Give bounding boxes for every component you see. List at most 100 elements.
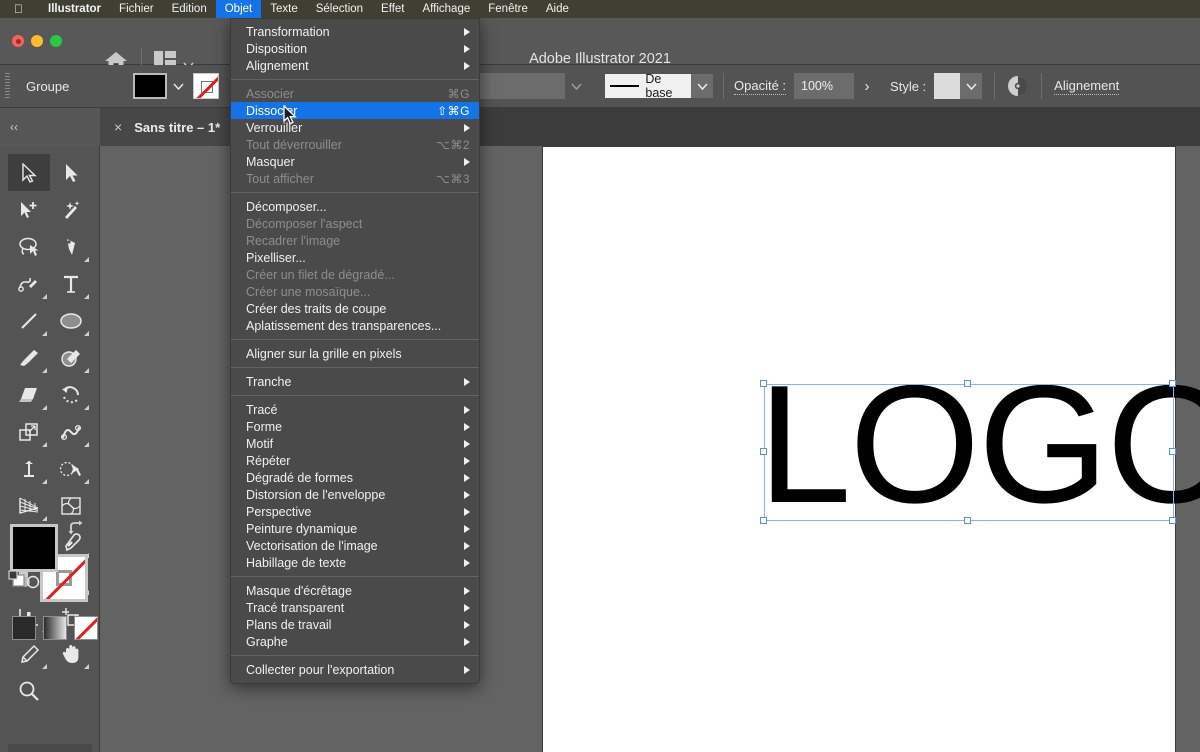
menu-edition[interactable]: Edition [163,0,216,18]
menu-item-tranche[interactable]: Tranche [231,373,479,390]
menu-item-perspective[interactable]: Perspective [231,503,479,520]
hand-tool[interactable] [50,635,92,672]
menu-item-peinture-dynamique[interactable]: Peinture dynamique [231,520,479,537]
selected-artwork[interactable]: LOGO [758,360,1200,528]
menu-item-habillage-de-texte[interactable]: Habillage de texte [231,554,479,571]
menu-item-trac-transparent[interactable]: Tracé transparent [231,599,479,616]
lasso-tool[interactable] [8,228,50,265]
menu-illustrator[interactable]: Illustrator [39,0,110,18]
handle-bottom-center[interactable] [964,517,971,524]
curvature-tool[interactable] [8,265,50,302]
menu-item-dissocier[interactable]: Dissocier ⇧⌘G [231,102,479,119]
submenu-arrow-icon [464,27,470,36]
objet-dropdown-menu[interactable]: Transformation Disposition Alignement Assoc… [230,18,480,684]
opacity-options-button[interactable]: › [854,78,880,95]
menu-item-collecter-pour-l-exportation[interactable]: Collecter pour l'exportation [231,661,479,678]
handle-middle-left[interactable] [760,448,767,455]
fill-color-control[interactable] [10,524,58,572]
menu-item-r-p-ter[interactable]: Répéter [231,452,479,469]
menu-item-disposition[interactable]: Disposition [231,40,479,57]
perspective-grid-tool[interactable] [8,487,50,524]
width-warp-tool[interactable] [50,413,92,450]
menu-item-cr-er-des-traits-de-coupe[interactable]: Créer des traits de coupe [231,300,479,317]
handle-top-center[interactable] [964,380,971,387]
ellipse-shape-tool[interactable] [50,302,92,339]
rotate-tool[interactable] [50,376,92,413]
menu-item-masquer[interactable]: Masquer [231,153,479,170]
menu-objet[interactable]: Objet [215,0,262,18]
opacity-value[interactable]: 100% [794,73,855,99]
control-bar-grip[interactable] [5,73,10,99]
free-transform-tool[interactable] [8,450,50,487]
none-mode-button[interactable] [74,616,98,640]
handle-top-left[interactable] [760,380,767,387]
menu-fenetre[interactable]: Fenêtre [479,0,537,18]
magic-wand-add-tool[interactable] [8,191,50,228]
handle-middle-right[interactable] [1169,448,1176,455]
shaper-pencil-tool[interactable] [50,339,92,376]
paintbrush-tool[interactable] [8,339,50,376]
stroke-profile-dropdown[interactable] [691,74,713,98]
menu-item-graphe[interactable]: Graphe [231,633,479,650]
menu-affichage[interactable]: Affichage [414,0,480,18]
menu-fichier[interactable]: Fichier [110,0,163,18]
stroke-weight-dropdown[interactable] [565,73,587,99]
apple-logo-icon[interactable]:  [14,3,23,15]
menu-item-transformation[interactable]: Transformation [231,23,479,40]
collapse-panel-button[interactable]: ‹‹ [0,108,100,146]
document-tab[interactable]: × Sans titre – 1* [100,108,239,146]
menu-item-trac[interactable]: Tracé [231,401,479,418]
menu-item-d-grad-de-formes[interactable]: Dégradé de formes [231,469,479,486]
recolor-artwork-icon[interactable] [1007,75,1029,97]
menu-item-aligner-sur-la-grille-en-pixels[interactable]: Aligner sur la grille en pixels [231,345,479,362]
swap-fill-stroke-icon[interactable] [68,520,84,536]
fill-color-swatch[interactable] [133,73,167,99]
zoom-tool[interactable] [8,672,50,709]
eraser-tool[interactable] [8,376,50,413]
align-panel-link[interactable]: Alignement [1054,78,1120,95]
magic-wand-tool[interactable] [50,191,92,228]
selection-tool[interactable] [8,154,50,191]
graphic-style-dropdown[interactable] [960,73,983,99]
artboard[interactable]: LOGO [543,147,1200,752]
handle-bottom-left[interactable] [760,517,767,524]
menu-item-label: Aligner sur la grille en pixels [246,346,402,361]
close-icon[interactable]: × [114,119,122,135]
color-mode-button[interactable] [12,616,36,640]
scale-tool[interactable] [8,413,50,450]
menu-item-verrouiller[interactable]: Verrouiller [231,119,479,136]
menu-item-vectorisation-de-l-image[interactable]: Vectorisation de l'image [231,537,479,554]
mesh-tool[interactable] [50,487,92,524]
maximize-window-button[interactable] [50,35,62,47]
menu-item-alignement[interactable]: Alignement [231,57,479,74]
menu-effet[interactable]: Effet [372,0,413,18]
menu-item-plans-de-travail[interactable]: Plans de travail [231,616,479,633]
menu-item-masque-d-cr-tage[interactable]: Masque d'écrêtage [231,582,479,599]
line-segment-tool[interactable] [8,302,50,339]
menu-selection[interactable]: Sélection [307,0,372,18]
graphic-style-swatch[interactable] [934,73,961,99]
pen-tool[interactable] [50,228,92,265]
menu-item-distorsion-de-l-enveloppe[interactable]: Distorsion de l'enveloppe [231,486,479,503]
stroke-color-swatch[interactable] [193,73,219,99]
close-window-button[interactable] [12,35,24,47]
stroke-profile-field[interactable]: De base [605,72,691,100]
menu-item-motif[interactable]: Motif [231,435,479,452]
shape-builder-tool[interactable] [50,450,92,487]
fill-swatch-dropdown[interactable] [167,73,189,99]
menu-item-forme[interactable]: Forme [231,418,479,435]
menu-item-aplatissement-des-transparences[interactable]: Aplatissement des transparences... [231,317,479,334]
slice-tool[interactable] [8,635,50,672]
menu-texte[interactable]: Texte [261,0,307,18]
menu-aide[interactable]: Aide [537,0,578,18]
menu-item-label: Plans de travail [246,617,332,632]
direct-selection-tool[interactable] [50,154,92,191]
type-tool[interactable] [50,265,92,302]
menu-item-d-composer[interactable]: Décomposer... [231,198,479,215]
minimize-window-button[interactable] [31,35,43,47]
handle-bottom-right[interactable] [1169,517,1176,524]
default-fill-stroke-icon[interactable] [8,570,26,588]
gradient-mode-button[interactable] [43,616,67,640]
handle-top-right[interactable] [1169,380,1176,387]
menu-item-pixelliser[interactable]: Pixelliser... [231,249,479,266]
